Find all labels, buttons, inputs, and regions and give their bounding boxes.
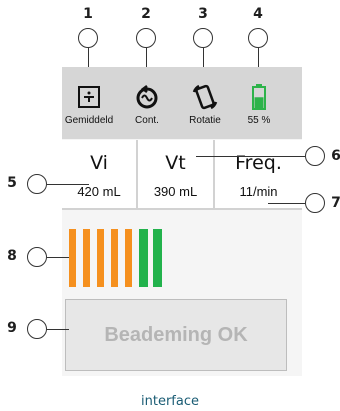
status-bar: Gemiddeld Cont. Rotatie 55 % <box>62 67 302 139</box>
indicator-bar <box>139 229 148 287</box>
cont-label: Cont. <box>135 115 159 126</box>
battery-icon <box>229 83 289 111</box>
freq-cell: Freq. 11/min <box>215 140 302 210</box>
callout-circle-4 <box>248 28 268 48</box>
rotate-phone-icon <box>175 83 235 111</box>
callout-number-3: 3 <box>198 6 208 22</box>
vi-value: 420 mL <box>77 184 121 199</box>
freq-value: 11/min <box>239 184 278 199</box>
continuous-indicator[interactable]: Cont. <box>117 83 177 126</box>
indicator-bar <box>111 229 118 287</box>
device-screen: Gemiddeld Cont. Rotatie 55 % Vi 420 mL V… <box>62 67 302 376</box>
vi-label: Vi <box>90 152 108 174</box>
callout-line-6 <box>196 156 305 157</box>
callout-number-9: 9 <box>7 320 17 336</box>
indicator-bar <box>125 229 132 287</box>
callout-number-2: 2 <box>141 6 151 22</box>
vt-cell: Vt 390 mL <box>138 140 215 210</box>
callout-circle-5 <box>27 174 47 194</box>
callout-number-8: 8 <box>7 248 17 264</box>
indicator-bar <box>69 229 76 287</box>
battery-percentage: 55 % <box>247 115 271 126</box>
callout-circle-8 <box>27 247 47 267</box>
vi-cell: Vi 420 mL <box>62 140 138 210</box>
callout-number-5: 5 <box>7 175 17 191</box>
breath-bar-indicator <box>62 212 302 292</box>
mode-average-indicator[interactable]: Gemiddeld <box>59 83 119 126</box>
callout-line-8 <box>47 257 69 258</box>
indicator-bar <box>153 229 162 287</box>
mode-label: Gemiddeld <box>64 115 114 126</box>
callout-circle-3 <box>193 28 213 48</box>
battery-indicator: 55 % <box>229 83 289 126</box>
callout-line-7 <box>268 203 305 204</box>
callout-circle-1 <box>78 28 98 48</box>
callout-circle-2 <box>136 28 156 48</box>
indicator-bar <box>83 229 90 287</box>
average-icon <box>59 83 119 111</box>
callout-number-4: 4 <box>253 6 263 22</box>
status-button[interactable]: Beademing OK <box>65 299 287 371</box>
callout-circle-9 <box>27 319 47 339</box>
rotation-label: Rotatie <box>189 115 221 126</box>
indicator-bar <box>97 229 104 287</box>
rotation-indicator[interactable]: Rotatie <box>175 83 235 126</box>
callout-line-5 <box>47 184 89 185</box>
vt-value: 390 mL <box>153 184 198 199</box>
continuous-cycle-icon <box>117 83 177 111</box>
callout-line-9 <box>47 329 69 330</box>
callout-circle-6 <box>305 146 325 166</box>
status-label: Beademing OK <box>104 323 248 346</box>
callout-circle-7 <box>305 193 325 213</box>
callout-number-1: 1 <box>83 6 93 22</box>
callout-number-6: 6 <box>331 148 340 164</box>
figure-caption: interface <box>141 394 199 409</box>
callout-number-7: 7 <box>331 195 340 211</box>
measurement-panel: Vi 420 mL Vt 390 mL Freq. 11/min <box>62 140 302 210</box>
